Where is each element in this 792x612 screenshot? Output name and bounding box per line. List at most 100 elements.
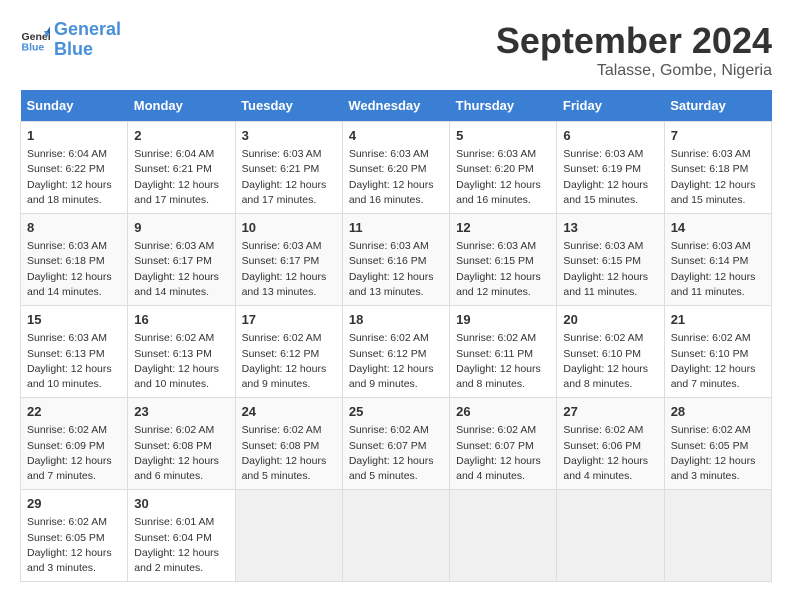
day-info: Sunrise: 6:02 AM Sunset: 6:07 PM Dayligh… (349, 423, 443, 484)
day-number: 1 (27, 127, 121, 145)
calendar-cell: 3Sunrise: 6:03 AM Sunset: 6:21 PM Daylig… (235, 122, 342, 214)
calendar-cell: 29 Sunrise: 6:02 AM Sunset: 6:05 PM Dayli… (21, 490, 128, 582)
day-info: Sunrise: 6:02 AM Sunset: 6:12 PM Dayligh… (349, 331, 443, 392)
title-block: September 2024 Talasse, Gombe, Nigeria (496, 20, 772, 80)
day-number: 10 (242, 219, 336, 237)
day-info: Sunrise: 6:03 AM Sunset: 6:17 PM Dayligh… (134, 239, 228, 300)
col-header-sunday: Sunday (21, 90, 128, 122)
month-title: September 2024 (496, 20, 772, 62)
day-number: 19 (456, 311, 550, 329)
calendar-cell: 25 Sunrise: 6:02 AM Sunset: 6:07 PM Dayli… (342, 398, 449, 490)
calendar-cell: 18Sunrise: 6:02 AM Sunset: 6:12 PM Dayli… (342, 306, 449, 398)
col-header-wednesday: Wednesday (342, 90, 449, 122)
calendar-cell: 2 Sunrise: 6:04 AM Sunset: 6:21 PM Daylig… (128, 122, 235, 214)
day-info: Sunrise: 6:03 AM Sunset: 6:19 PM Dayligh… (563, 147, 657, 208)
day-number: 7 (671, 127, 765, 145)
day-number: 22 (27, 403, 121, 421)
day-info: Sunrise: 6:03 AM Sunset: 6:17 PM Dayligh… (242, 239, 336, 300)
logo-text: GeneralBlue (54, 20, 121, 60)
day-number: 6 (563, 127, 657, 145)
day-number: 20 (563, 311, 657, 329)
calendar-cell: 4 Sunrise: 6:03 AM Sunset: 6:20 PM Daylig… (342, 122, 449, 214)
col-header-monday: Monday (128, 90, 235, 122)
svg-text:Blue: Blue (22, 41, 45, 53)
calendar-cell: 1 Sunrise: 6:04 AM Sunset: 6:22 PM Daylig… (21, 122, 128, 214)
location: Talasse, Gombe, Nigeria (496, 62, 772, 80)
day-info: Sunrise: 6:02 AM Sunset: 6:13 PM Dayligh… (134, 331, 228, 392)
calendar-cell (342, 490, 449, 582)
calendar-cell: 11 Sunrise: 6:03 AM Sunset: 6:16 PM Dayli… (342, 214, 449, 306)
day-number: 5 (456, 127, 550, 145)
day-info: Sunrise: 6:03 AM Sunset: 6:15 PM Dayligh… (456, 239, 550, 300)
calendar-cell: 28 Sunrise: 6:02 AM Sunset: 6:05 PM Dayli… (664, 398, 771, 490)
day-number: 14 (671, 219, 765, 237)
calendar-cell (450, 490, 557, 582)
day-number: 29 (27, 495, 121, 513)
calendar-cell: 21 Sunrise: 6:02 AM Sunset: 6:10 PM Dayli… (664, 306, 771, 398)
logo-icon: General Blue (20, 25, 50, 55)
day-number: 16 (134, 311, 228, 329)
calendar-header-row: SundayMondayTuesdayWednesdayThursdayFrid… (21, 90, 772, 122)
day-info: Sunrise: 6:03 AM Sunset: 6:18 PM Dayligh… (27, 239, 121, 300)
calendar-cell: 27 Sunrise: 6:02 AM Sunset: 6:06 PM Dayli… (557, 398, 664, 490)
day-number: 17 (242, 311, 336, 329)
day-number: 9 (134, 219, 228, 237)
day-info: Sunrise: 6:02 AM Sunset: 6:05 PM Dayligh… (671, 423, 765, 484)
calendar-cell: 12 Sunrise: 6:03 AM Sunset: 6:15 PM Dayli… (450, 214, 557, 306)
col-header-tuesday: Tuesday (235, 90, 342, 122)
calendar-cell: 8 Sunrise: 6:03 AM Sunset: 6:18 PM Daylig… (21, 214, 128, 306)
day-number: 26 (456, 403, 550, 421)
calendar-cell: 22 Sunrise: 6:02 AM Sunset: 6:09 PM Dayli… (21, 398, 128, 490)
col-header-friday: Friday (557, 90, 664, 122)
calendar-cell: 14 Sunrise: 6:03 AM Sunset: 6:14 PM Dayli… (664, 214, 771, 306)
day-number: 13 (563, 219, 657, 237)
day-info: Sunrise: 6:02 AM Sunset: 6:10 PM Dayligh… (563, 331, 657, 392)
calendar-cell: 16 Sunrise: 6:02 AM Sunset: 6:13 PM Dayli… (128, 306, 235, 398)
calendar-cell: 13 Sunrise: 6:03 AM Sunset: 6:15 PM Dayli… (557, 214, 664, 306)
day-info: Sunrise: 6:02 AM Sunset: 6:05 PM Dayligh… (27, 515, 121, 576)
calendar-cell: 26 Sunrise: 6:02 AM Sunset: 6:07 PM Dayli… (450, 398, 557, 490)
day-number: 23 (134, 403, 228, 421)
day-info: Sunrise: 6:02 AM Sunset: 6:08 PM Dayligh… (134, 423, 228, 484)
week-row-4: 22 Sunrise: 6:02 AM Sunset: 6:09 PM Dayli… (21, 398, 772, 490)
calendar-cell: 19Sunrise: 6:02 AM Sunset: 6:11 PM Dayli… (450, 306, 557, 398)
page-header: General Blue GeneralBlue September 2024 … (20, 20, 772, 80)
day-info: Sunrise: 6:02 AM Sunset: 6:07 PM Dayligh… (456, 423, 550, 484)
calendar-cell: 9 Sunrise: 6:03 AM Sunset: 6:17 PM Daylig… (128, 214, 235, 306)
calendar-cell: 30Sunrise: 6:01 AM Sunset: 6:04 PM Dayli… (128, 490, 235, 582)
day-number: 12 (456, 219, 550, 237)
day-info: Sunrise: 6:02 AM Sunset: 6:08 PM Dayligh… (242, 423, 336, 484)
logo: General Blue GeneralBlue (20, 20, 121, 60)
day-number: 2 (134, 127, 228, 145)
calendar-cell (664, 490, 771, 582)
day-number: 4 (349, 127, 443, 145)
week-row-2: 8 Sunrise: 6:03 AM Sunset: 6:18 PM Daylig… (21, 214, 772, 306)
day-info: Sunrise: 6:03 AM Sunset: 6:16 PM Dayligh… (349, 239, 443, 300)
day-info: Sunrise: 6:02 AM Sunset: 6:09 PM Dayligh… (27, 423, 121, 484)
day-info: Sunrise: 6:02 AM Sunset: 6:06 PM Dayligh… (563, 423, 657, 484)
week-row-1: 1 Sunrise: 6:04 AM Sunset: 6:22 PM Daylig… (21, 122, 772, 214)
day-number: 27 (563, 403, 657, 421)
day-info: Sunrise: 6:03 AM Sunset: 6:15 PM Dayligh… (563, 239, 657, 300)
calendar-cell: 24Sunrise: 6:02 AM Sunset: 6:08 PM Dayli… (235, 398, 342, 490)
day-info: Sunrise: 6:04 AM Sunset: 6:21 PM Dayligh… (134, 147, 228, 208)
day-number: 30 (134, 495, 228, 513)
calendar-table: SundayMondayTuesdayWednesdayThursdayFrid… (20, 90, 772, 582)
day-info: Sunrise: 6:02 AM Sunset: 6:10 PM Dayligh… (671, 331, 765, 392)
day-info: Sunrise: 6:03 AM Sunset: 6:14 PM Dayligh… (671, 239, 765, 300)
day-number: 11 (349, 219, 443, 237)
day-info: Sunrise: 6:03 AM Sunset: 6:18 PM Dayligh… (671, 147, 765, 208)
calendar-cell (235, 490, 342, 582)
day-info: Sunrise: 6:03 AM Sunset: 6:20 PM Dayligh… (456, 147, 550, 208)
day-number: 8 (27, 219, 121, 237)
calendar-cell: 17Sunrise: 6:02 AM Sunset: 6:12 PM Dayli… (235, 306, 342, 398)
day-number: 25 (349, 403, 443, 421)
day-number: 28 (671, 403, 765, 421)
week-row-3: 15Sunrise: 6:03 AM Sunset: 6:13 PM Dayli… (21, 306, 772, 398)
col-header-thursday: Thursday (450, 90, 557, 122)
calendar-cell: 20 Sunrise: 6:02 AM Sunset: 6:10 PM Dayli… (557, 306, 664, 398)
day-info: Sunrise: 6:03 AM Sunset: 6:21 PM Dayligh… (242, 147, 336, 208)
day-info: Sunrise: 6:04 AM Sunset: 6:22 PM Dayligh… (27, 147, 121, 208)
day-number: 21 (671, 311, 765, 329)
day-info: Sunrise: 6:03 AM Sunset: 6:20 PM Dayligh… (349, 147, 443, 208)
